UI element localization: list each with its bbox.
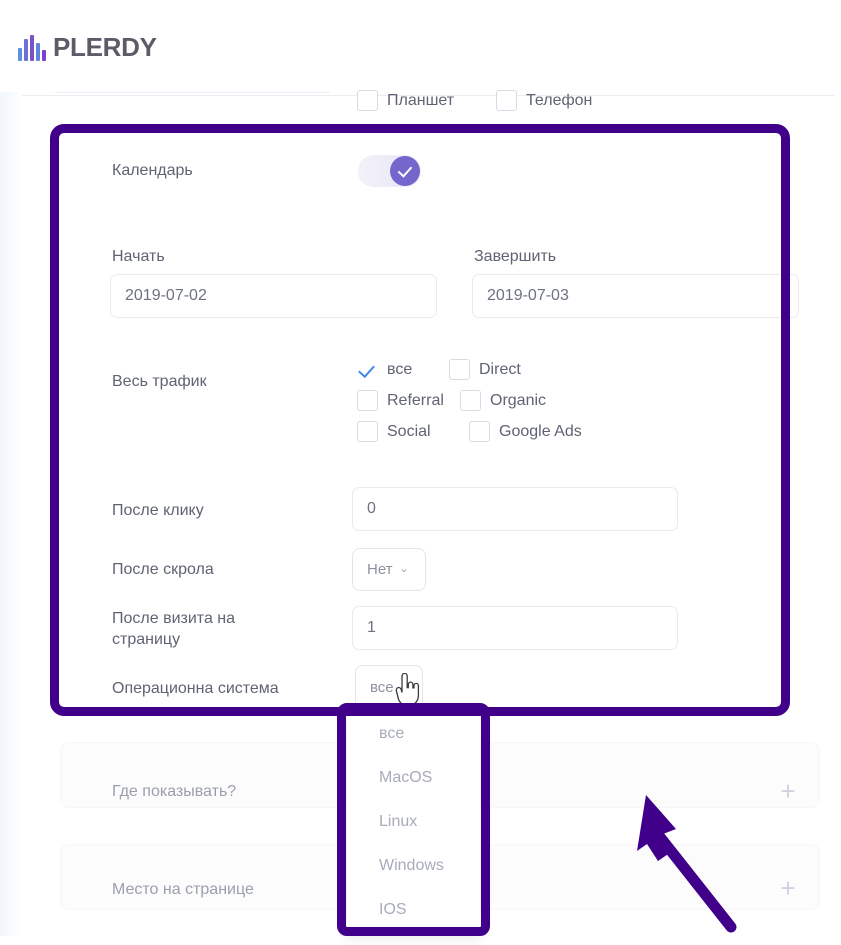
operating-system-dropdown[interactable]: все MacOS Linux Windows IOS (347, 712, 480, 936)
checkbox-google-ads-icon[interactable] (469, 421, 490, 442)
device-filter-phone[interactable]: Телефон (496, 90, 592, 111)
checkbox-phone-icon[interactable] (496, 90, 517, 111)
traffic-option-referral[interactable]: Referral (357, 390, 444, 411)
after-visit-label-line1: После визита на (112, 610, 236, 627)
dropdown-option-linux[interactable]: Linux (347, 800, 480, 844)
after-click-input[interactable]: 0 (352, 487, 678, 531)
traffic-option-organic[interactable]: Organic (460, 390, 546, 411)
traffic-option-google-ads-label: Google Ads (499, 422, 582, 440)
add-page-place-icon[interactable]: + (778, 875, 798, 901)
dropdown-option-macos[interactable]: MacOS (347, 756, 480, 800)
calendar-toggle[interactable] (358, 155, 421, 187)
dropdown-option-ios[interactable]: IOS (347, 888, 480, 932)
after-visit-input[interactable]: 1 (352, 606, 678, 650)
device-filter-tablet[interactable]: Планшет (357, 90, 454, 111)
dropdown-option-all[interactable]: все (347, 712, 480, 756)
date-start-input[interactable]: 2019-07-02 (110, 274, 437, 318)
traffic-option-all[interactable]: все (357, 359, 412, 380)
plerdy-logo: PLERDY (18, 32, 157, 63)
after-click-label: После клику (112, 502, 204, 519)
operating-system-label: Операционна система (112, 680, 279, 697)
after-scroll-select[interactable]: Нет ⌄ (352, 548, 426, 591)
section-label-where-to-show: Где показывать? (112, 783, 237, 800)
operating-system-select[interactable]: все (355, 665, 423, 710)
traffic-option-all-label: все (387, 360, 413, 378)
traffic-option-direct-label: Direct (479, 360, 521, 378)
device-filter-tablet-label: Планшет (387, 91, 455, 109)
device-filter-phone-label: Телефон (526, 91, 593, 109)
checkbox-organic-icon[interactable] (460, 390, 481, 411)
date-start-label: Начать (112, 248, 165, 265)
logo-text: PLERDY (53, 32, 157, 62)
traffic-option-social[interactable]: Social (357, 421, 431, 442)
checkbox-tablet-icon[interactable] (357, 90, 378, 111)
operating-system-value: все (370, 679, 394, 696)
checkbox-direct-icon[interactable] (449, 359, 470, 380)
after-scroll-value: Нет (367, 561, 393, 578)
chevron-down-icon: ⌄ (399, 563, 409, 575)
traffic-option-direct[interactable]: Direct (449, 359, 521, 380)
traffic-label: Весь трафик (112, 373, 207, 390)
traffic-option-google-ads[interactable]: Google Ads (469, 421, 582, 442)
panel-top-divider-secondary (55, 92, 330, 93)
logo-bars-icon (18, 34, 46, 61)
after-visit-label-line2: страницу (112, 631, 181, 648)
traffic-option-referral-label: Referral (387, 391, 444, 409)
date-end-input[interactable]: 2019-07-03 (472, 274, 799, 318)
toggle-knob-check-icon (390, 156, 420, 186)
checkbox-social-icon[interactable] (357, 421, 378, 442)
calendar-label: Календарь (112, 162, 193, 179)
add-where-to-show-icon[interactable]: + (778, 778, 798, 804)
after-scroll-label: После скрола (112, 561, 214, 578)
traffic-option-social-label: Social (387, 422, 431, 440)
checkbox-referral-icon[interactable] (357, 390, 378, 411)
date-end-label: Завершить (474, 248, 557, 265)
dropdown-option-windows[interactable]: Windows (347, 844, 480, 888)
checkbox-all-icon[interactable] (357, 359, 378, 380)
section-label-page-place: Место на странице (112, 881, 254, 898)
traffic-option-organic-label: Organic (490, 391, 547, 409)
page-left-gutter (0, 92, 20, 936)
